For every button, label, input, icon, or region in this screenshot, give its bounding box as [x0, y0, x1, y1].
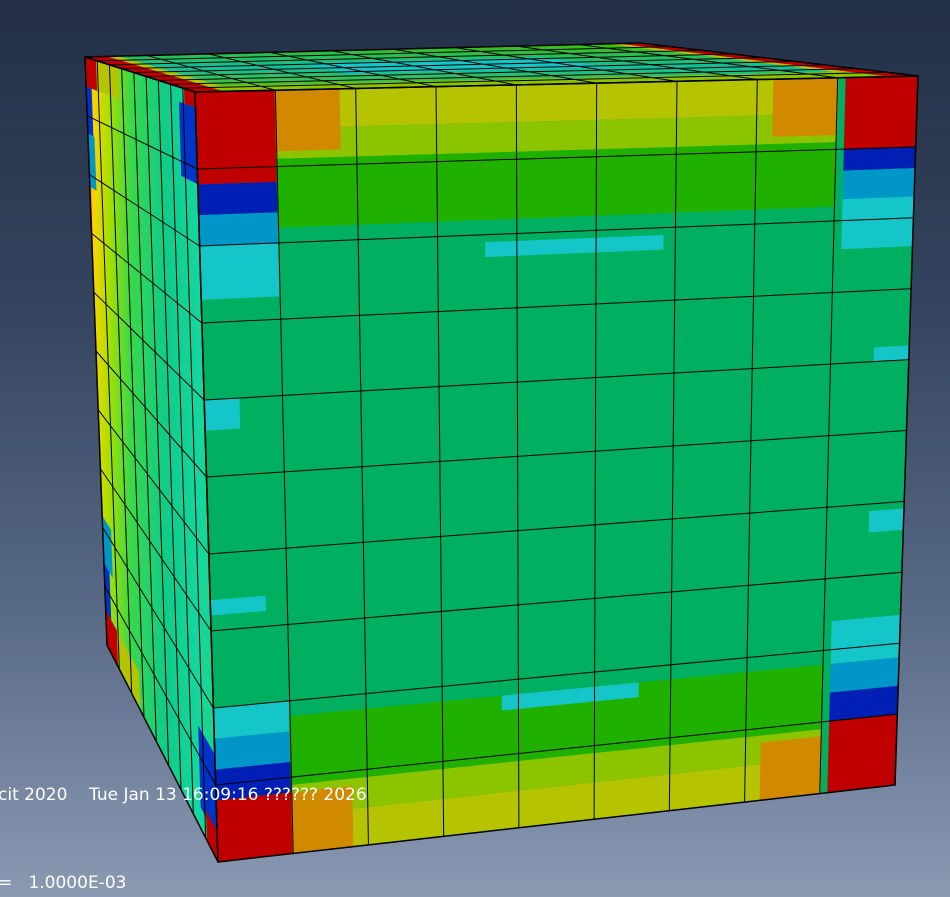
front-contour-band [204, 397, 241, 431]
viewport[interactable]: cit 2020 Tue Jan 13 16:09:16 ?????? 2026… [0, 0, 950, 897]
front-contour-band [827, 714, 898, 793]
front-contour-band [842, 168, 916, 200]
increment-value: = 1.0000E-03 [0, 873, 127, 893]
front-contour-band [772, 77, 839, 137]
front-contour-band [830, 614, 901, 664]
front-contour-band [873, 345, 910, 362]
status-line: cit 2020 Tue Jan 13 16:09:16 ?????? 2026 [0, 785, 367, 805]
front-contour-band [843, 146, 916, 171]
front-contour-band [274, 88, 341, 152]
front-contour-band [198, 212, 279, 246]
front-contour-band [195, 90, 277, 185]
front-contour-band [841, 196, 915, 250]
fea-cube-model[interactable] [0, 0, 950, 897]
front-contour-band [843, 76, 918, 150]
front-contour-band [199, 242, 280, 300]
front-contour-band [759, 736, 822, 801]
front-contour-band [197, 181, 278, 216]
front-contour-band [868, 508, 904, 533]
